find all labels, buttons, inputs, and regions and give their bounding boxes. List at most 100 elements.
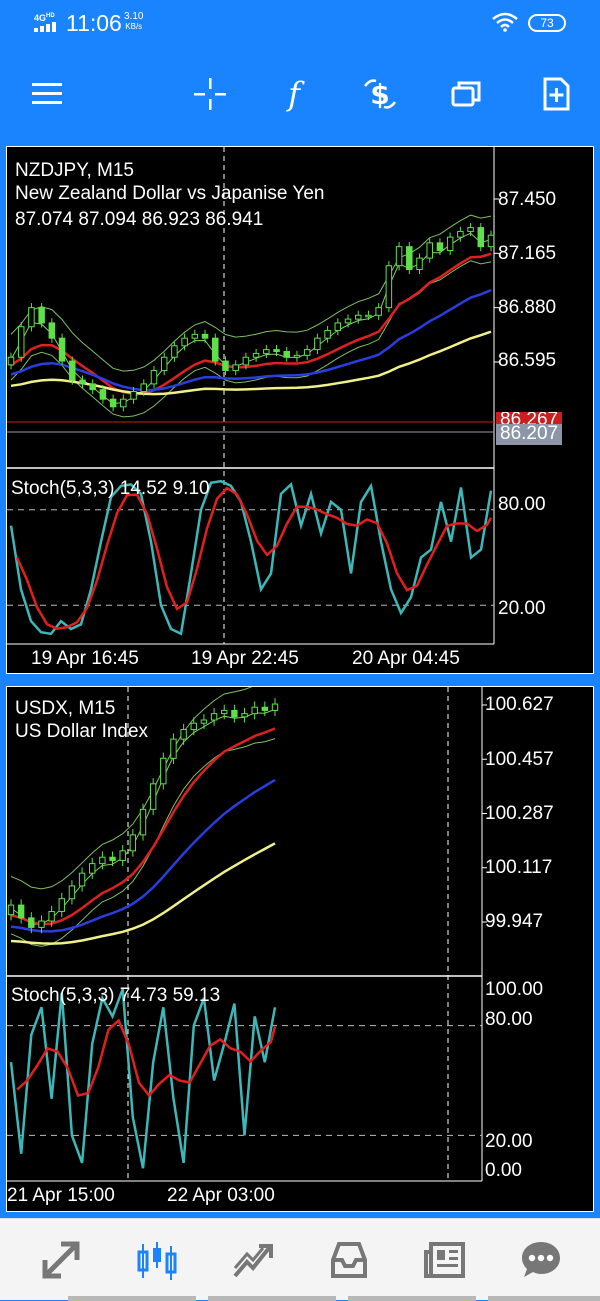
chart-window-usdx[interactable]: USDX, M15 US Dollar Index Stoch(5,3,3) 7… <box>6 686 594 1212</box>
stoch-main-line <box>9 479 493 636</box>
price-tick: 87.165 <box>498 243 557 264</box>
menu-icon <box>32 83 62 104</box>
candle-bull <box>129 834 137 852</box>
time-tick: 20 Apr 04:45 <box>352 648 460 669</box>
chart-ohlc: 87.074 87.094 86.923 86.941 <box>15 209 264 230</box>
news-icon <box>424 1242 465 1278</box>
price-tick: 100.117 <box>485 857 553 878</box>
chart-window-nzdjpy[interactable]: NZDJPY, M15 New Zealand Dollar vs Japani… <box>6 146 594 674</box>
new-chart-button[interactable] <box>534 72 578 116</box>
crosshair-icon <box>194 78 226 110</box>
time-tick: 19 Apr 22:45 <box>191 648 299 669</box>
candle-bull <box>324 330 331 339</box>
candle-bull <box>180 729 187 740</box>
ma-blue <box>10 778 276 933</box>
candle-bull <box>191 333 199 339</box>
candle-bull <box>252 352 260 358</box>
quotes-icon <box>42 1241 80 1279</box>
candle-bull <box>375 307 382 316</box>
function-icon: f <box>286 76 305 112</box>
candle-bear <box>79 379 86 385</box>
candle-bear <box>28 917 35 928</box>
trade-icon <box>233 1244 273 1278</box>
nav-messages[interactable] <box>516 1237 566 1283</box>
battery-indicator: 73 <box>528 14 566 32</box>
candle-bear <box>89 383 96 391</box>
ma-red <box>10 252 492 396</box>
candle-bull <box>314 337 321 351</box>
trade-button[interactable]: $ <box>358 72 402 116</box>
indicator-label: Stoch(5,3,3) 14.52 9.10 <box>11 478 210 499</box>
candle-bear <box>273 349 280 353</box>
candle-bull <box>395 246 403 267</box>
ma-blue <box>10 288 492 392</box>
chart-toolbar: f $ <box>0 50 600 138</box>
candle-bull <box>28 307 35 328</box>
candle-bear <box>283 351 290 358</box>
status-bar: 4GHD 11:06 3.10 KB/s 73 <box>0 0 600 50</box>
bottom-navigation <box>0 1218 600 1301</box>
candle-bull <box>210 713 218 721</box>
menu-button[interactable] <box>25 72 69 116</box>
candle-bull <box>7 904 15 916</box>
add-document-icon <box>543 77 570 111</box>
current-price-tag: 86.207 <box>496 424 563 445</box>
price-tick: 99.947 <box>485 911 544 932</box>
candle-bull <box>149 783 157 810</box>
messages-icon <box>522 1242 560 1277</box>
candle-bull <box>170 738 177 759</box>
candle-bull <box>190 722 197 731</box>
nav-trade[interactable] <box>228 1237 278 1283</box>
candle-bull <box>303 349 311 356</box>
indicators-button[interactable]: f <box>272 72 316 116</box>
candle-bull <box>232 364 239 372</box>
candle-bull <box>457 230 464 238</box>
candle-bull <box>48 910 55 922</box>
indicator-tick: 0.00 <box>485 1160 522 1181</box>
candle-bear <box>109 398 117 408</box>
candle-bear <box>231 709 238 718</box>
price-tick: 86.880 <box>498 297 557 318</box>
candle-bear <box>109 856 116 861</box>
candle-bull <box>221 709 228 715</box>
indicator-label: Stoch(5,3,3) 74.73 59.13 <box>11 985 221 1006</box>
home-indicator <box>488 1296 600 1301</box>
candle-bull <box>200 719 208 724</box>
windows-button[interactable] <box>444 72 488 116</box>
candle-bull <box>89 863 96 874</box>
candle-bear <box>38 307 45 324</box>
stoch-main-line <box>9 988 277 1169</box>
candle-bull <box>119 850 126 861</box>
candle-bull <box>140 383 148 393</box>
candle-bull <box>7 356 15 366</box>
indicator-tick: 100.00 <box>485 979 544 1000</box>
candle-bull <box>241 713 248 718</box>
candle-bull <box>242 356 250 366</box>
time-tick: 19 Apr 16:45 <box>31 648 139 669</box>
nav-chart[interactable] <box>132 1237 182 1283</box>
nav-news[interactable] <box>420 1237 470 1283</box>
candle-bull <box>385 265 393 309</box>
candle-bull <box>99 856 106 865</box>
price-tick: 100.287 <box>485 803 554 824</box>
candle-bull <box>139 808 147 836</box>
candle-bull <box>120 398 127 408</box>
crosshair-button[interactable] <box>188 72 232 116</box>
chart-icon <box>137 1242 177 1280</box>
status-time: 11:06 <box>66 10 122 36</box>
nav-quotes[interactable] <box>36 1237 86 1283</box>
wifi-icon <box>492 12 518 32</box>
candle-bull <box>181 337 188 347</box>
candle-bull <box>426 242 433 259</box>
candle-bull <box>58 898 65 912</box>
indicator-tick: 20.00 <box>485 1131 533 1152</box>
candle-bull <box>150 370 158 385</box>
time-tick: 21 Apr 15:00 <box>7 1185 115 1206</box>
candle-bull <box>334 322 342 332</box>
home-indicator <box>348 1296 476 1301</box>
price-tick: 86.595 <box>498 350 557 371</box>
currency-exchange-icon: $ <box>363 78 397 111</box>
candle-bear <box>477 227 485 248</box>
nav-history[interactable] <box>324 1237 374 1283</box>
candle-bull <box>68 885 76 900</box>
